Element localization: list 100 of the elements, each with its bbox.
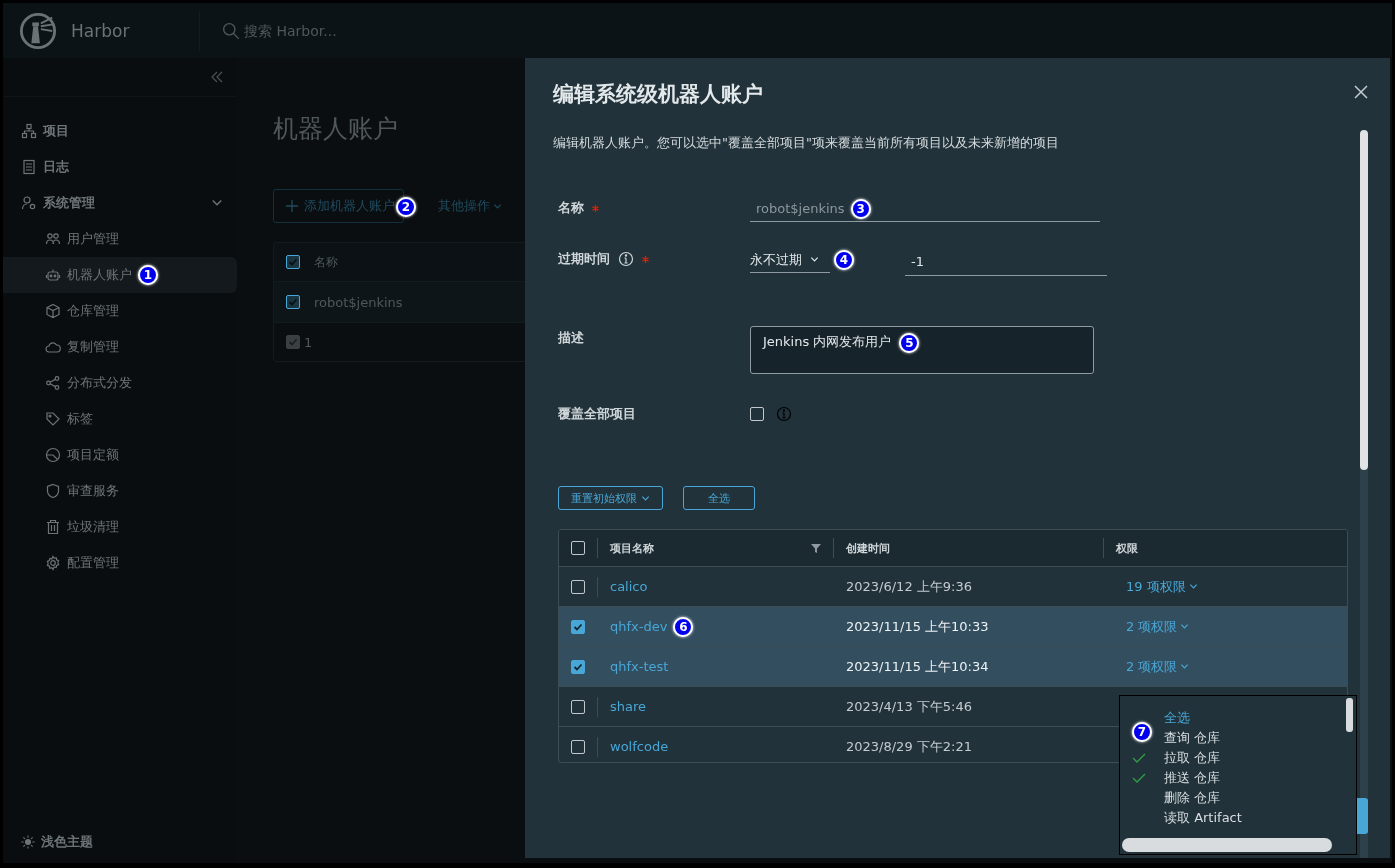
column-header: 创建时间: [846, 540, 890, 556]
scrollbar-thumb[interactable]: [1360, 130, 1368, 470]
shield-icon: [45, 483, 61, 499]
column-header: 名称: [314, 253, 338, 271]
field-label: 名称: [558, 199, 584, 217]
check-icon: [287, 296, 299, 308]
info-icon: [776, 406, 792, 422]
app-name: Harbor: [71, 20, 130, 41]
menu-item[interactable]: 拉取 仓库: [1132, 748, 1356, 768]
sidebar-label: 用户管理: [67, 230, 119, 248]
caret-icon: [1180, 662, 1190, 671]
project-link[interactable]: wolfcode: [610, 739, 669, 754]
scrollbar-thumb[interactable]: [1346, 698, 1353, 732]
users-icon: [45, 231, 61, 247]
sidebar-label: 项目定额: [67, 446, 119, 464]
collapse-icon: [209, 69, 225, 85]
field-label: 描述: [558, 329, 584, 347]
table-cell: 2023/11/15 上午10:34: [846, 658, 989, 674]
description-field[interactable]: Jenkins 内网发布用户 5: [750, 326, 1094, 374]
column-header: 权限: [1116, 540, 1138, 556]
sidebar-label: 机器人账户: [67, 266, 132, 284]
cloud-icon: [45, 339, 61, 355]
project-link[interactable]: calico: [610, 579, 648, 594]
sidebar-label: 标签: [67, 410, 93, 428]
callout-badge: 6: [673, 616, 694, 637]
select-all-button[interactable]: 全选: [683, 486, 755, 510]
permissions-dropdown[interactable]: 19 项权限: [1126, 577, 1198, 596]
cube-icon: [45, 303, 61, 319]
search-field[interactable]: 搜索 Harbor...: [242, 21, 446, 40]
callout-badge: 4: [834, 250, 854, 270]
expiration-select[interactable]: 永不过期: [750, 247, 830, 273]
sidebar-label: 复制管理: [67, 338, 119, 356]
info-icon: [618, 251, 634, 267]
table-cell: 2023/8/29 下午2:21: [846, 738, 972, 754]
table-cell: 2023/11/15 上午10:33: [846, 618, 989, 634]
sun-icon: [21, 835, 35, 849]
days-field[interactable]: -1: [905, 247, 1107, 276]
sidebar-label: 项目: [43, 122, 69, 140]
table-cell: robot$jenkins: [314, 294, 403, 310]
close-button[interactable]: [1354, 85, 1368, 99]
search-icon: [222, 21, 240, 40]
project-link[interactable]: qhfx-test: [610, 659, 669, 674]
sidebar-item[interactable]: 复制管理: [3, 329, 237, 365]
row-count: 1: [304, 334, 313, 350]
caret-icon: [1188, 582, 1198, 591]
check-icon: [287, 336, 299, 348]
close-icon: [1354, 85, 1368, 99]
sidebar-item[interactable]: 垃圾清理: [3, 509, 237, 545]
sidebar-item[interactable]: 日志: [3, 149, 237, 185]
checkbox[interactable]: [286, 255, 300, 269]
menu-item[interactable]: 读取 Artifact: [1132, 808, 1356, 828]
robot-icon: [45, 267, 61, 283]
reset-permissions-button[interactable]: 重置初始权限: [558, 486, 663, 510]
sidebar-item[interactable]: 仓库管理: [3, 293, 237, 329]
check-icon: [1132, 752, 1146, 764]
project-link[interactable]: qhfx-dev: [610, 619, 668, 634]
plus-icon: [286, 200, 298, 212]
project-link[interactable]: share: [610, 699, 647, 714]
check-icon: [1132, 772, 1146, 784]
hierarchy-icon: [21, 123, 37, 139]
callout-badge: 7: [1132, 722, 1152, 742]
permissions-dropdown[interactable]: 2 项权限: [1126, 657, 1190, 676]
scrollbar-thumb[interactable]: [1122, 838, 1332, 852]
name-field[interactable]: robot$jenkins 3: [750, 196, 1100, 222]
permissions-dropdown[interactable]: 2 项权限: [1126, 617, 1190, 636]
sidebar-item[interactable]: 项目: [3, 113, 237, 149]
checkbox[interactable]: [571, 659, 585, 674]
callout-badge: 5: [899, 333, 920, 353]
menu-item[interactable]: 删除 仓库: [1132, 788, 1356, 808]
filter-icon[interactable]: [811, 543, 821, 553]
check-icon: [287, 256, 299, 268]
table-cell: 2023/6/12 上午9:36: [846, 578, 972, 594]
theme-toggle[interactable]: 浅色主题: [3, 827, 237, 863]
sidebar-item[interactable]: 审查服务: [3, 473, 237, 509]
gear-icon: [45, 555, 61, 571]
sidebar-item[interactable]: 标签: [3, 401, 237, 437]
field-label: 过期时间: [558, 250, 610, 268]
callout-badge: 3: [850, 198, 871, 219]
table-cell: 2023/4/13 下午5:46: [846, 698, 972, 714]
field-label: 覆盖全部项目: [558, 405, 636, 423]
menu-item[interactable]: 推送 仓库: [1132, 768, 1356, 788]
caret-icon: [810, 255, 819, 264]
sidebar-item[interactable]: 项目定额: [3, 437, 237, 473]
sidebar-item[interactable]: 机器人账户 1: [3, 257, 237, 293]
checkbox[interactable]: [286, 295, 300, 309]
sidebar-label: 日志: [43, 158, 69, 176]
sidebar-item[interactable]: 系统管理: [3, 185, 237, 221]
sidebar-label: 分布式分发: [67, 374, 132, 392]
dialog-title: 编辑系统级机器人账户: [553, 81, 763, 108]
column-header: 项目名称: [610, 540, 654, 556]
checkbox[interactable]: [286, 335, 300, 349]
sidebar-item[interactable]: 配置管理: [3, 545, 237, 581]
sidebar-item[interactable]: 分布式分发: [3, 365, 237, 401]
sidebar-item[interactable]: 用户管理: [3, 221, 237, 257]
checkbox[interactable]: [571, 619, 585, 634]
share-icon: [45, 375, 61, 391]
sidebar-label: 配置管理: [67, 554, 119, 572]
tag-icon: [45, 411, 61, 427]
lighthouse-logo-icon: [19, 11, 57, 50]
trash-icon: [45, 519, 61, 535]
